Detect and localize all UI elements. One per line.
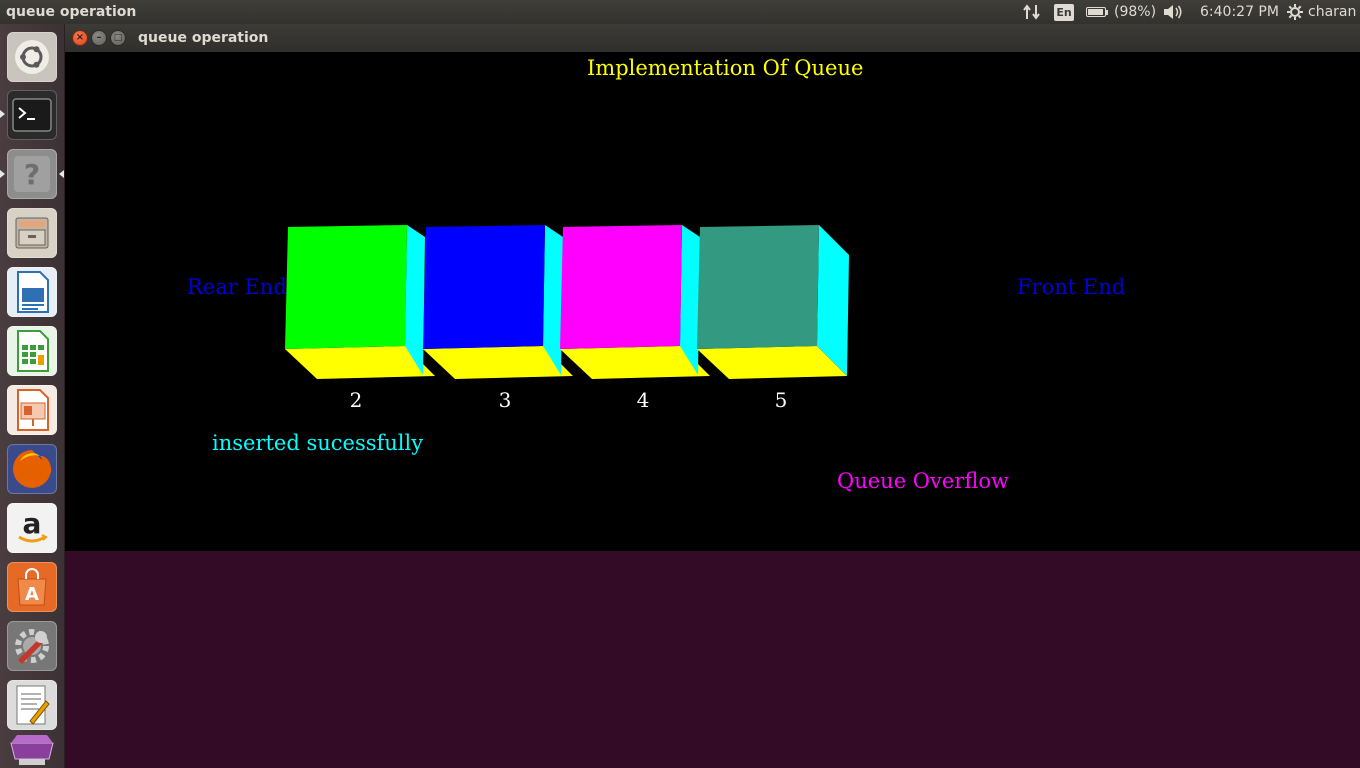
top-panel: queue operation En (98%) 6:40:27 PM char… bbox=[0, 0, 1360, 24]
maximize-icon: □ bbox=[113, 33, 123, 43]
window-title: queue operation bbox=[138, 30, 269, 46]
launcher-item-amazon[interactable]: a bbox=[7, 503, 57, 553]
minimize-icon: – bbox=[96, 32, 102, 43]
launcher-item-files[interactable] bbox=[7, 208, 57, 258]
calc-icon bbox=[17, 330, 49, 372]
overflow-message: Queue Overflow bbox=[837, 469, 1009, 493]
close-icon: × bbox=[75, 32, 85, 43]
launcher-item-ubuntu-dash[interactable] bbox=[7, 32, 57, 82]
battery-percentage: (98%) bbox=[1114, 4, 1157, 20]
launcher: ? a A bbox=[0, 24, 65, 768]
user-name: charan bbox=[1308, 4, 1357, 20]
opengl-canvas[interactable]: Implementation Of Queue Rear End Front E… bbox=[65, 52, 1360, 551]
queue-box-front-face bbox=[697, 225, 819, 349]
battery-icon bbox=[1086, 7, 1106, 17]
network-transfer-icon[interactable] bbox=[1022, 0, 1042, 24]
app-menu-title[interactable]: queue operation bbox=[6, 0, 136, 24]
window-titlebar[interactable]: × – □ queue operation bbox=[65, 24, 1360, 52]
firefox-icon bbox=[13, 450, 52, 488]
status-message: inserted sucessfully bbox=[212, 431, 424, 455]
queue-value-label: 5 bbox=[774, 388, 788, 412]
queue-box-front-face bbox=[560, 225, 682, 349]
launcher-item-help[interactable]: ? bbox=[7, 149, 57, 199]
queue-value-label: 3 bbox=[498, 388, 512, 412]
text-editor-icon bbox=[16, 685, 50, 725]
keyboard-layout-indicator[interactable]: En bbox=[1054, 0, 1074, 24]
file-cabinet-icon bbox=[15, 217, 49, 249]
launcher-item-text-editor[interactable] bbox=[7, 680, 57, 730]
settings-gear-icon bbox=[1287, 4, 1303, 20]
launcher-item-system-settings[interactable] bbox=[7, 621, 57, 671]
wrench-gear-icon bbox=[15, 629, 49, 664]
terminal-icon bbox=[12, 98, 52, 132]
impress-icon bbox=[17, 389, 49, 431]
writer-icon bbox=[17, 271, 49, 313]
queue-box-front-face bbox=[285, 225, 407, 349]
clock[interactable]: 6:40:27 PM bbox=[1200, 0, 1279, 24]
queue-box-front-face bbox=[423, 225, 545, 349]
volume-icon[interactable] bbox=[1162, 0, 1184, 24]
rear-end-label: Rear End bbox=[187, 275, 287, 299]
workspace-icon bbox=[10, 735, 54, 765]
window-maximize-button[interactable]: □ bbox=[111, 31, 125, 45]
launcher-item-software-center[interactable]: A bbox=[7, 562, 57, 612]
amazon-icon: a bbox=[18, 508, 48, 543]
queue-drawing bbox=[285, 225, 849, 379]
front-end-label: Front End bbox=[1017, 275, 1126, 299]
launcher-item-terminal[interactable] bbox=[7, 90, 57, 140]
session-menu[interactable]: charan bbox=[1286, 0, 1356, 24]
help-icon: ? bbox=[14, 156, 50, 192]
svg-text:A: A bbox=[25, 584, 39, 605]
launcher-item-firefox[interactable] bbox=[7, 444, 57, 494]
launcher-item-libreoffice-impress[interactable] bbox=[7, 385, 57, 435]
launcher-item-libreoffice-calc[interactable] bbox=[7, 326, 57, 376]
launcher-item-libreoffice-writer[interactable] bbox=[7, 267, 57, 317]
battery-indicator[interactable]: (98%) bbox=[1086, 0, 1156, 24]
queue-value-label: 4 bbox=[636, 388, 650, 412]
window-minimize-button[interactable]: – bbox=[92, 31, 106, 45]
ubuntu-logo-icon bbox=[15, 40, 49, 74]
launcher-item-workspace-switcher[interactable] bbox=[7, 729, 57, 767]
canvas-heading: Implementation Of Queue bbox=[587, 56, 864, 80]
svg-text:a: a bbox=[23, 508, 42, 540]
svg-text:?: ? bbox=[24, 158, 40, 191]
window-close-button[interactable]: × bbox=[73, 31, 87, 45]
queue-value-label: 2 bbox=[349, 388, 363, 412]
shopping-bag-icon: A bbox=[17, 568, 47, 606]
keyboard-layout-icon: En bbox=[1054, 3, 1074, 21]
